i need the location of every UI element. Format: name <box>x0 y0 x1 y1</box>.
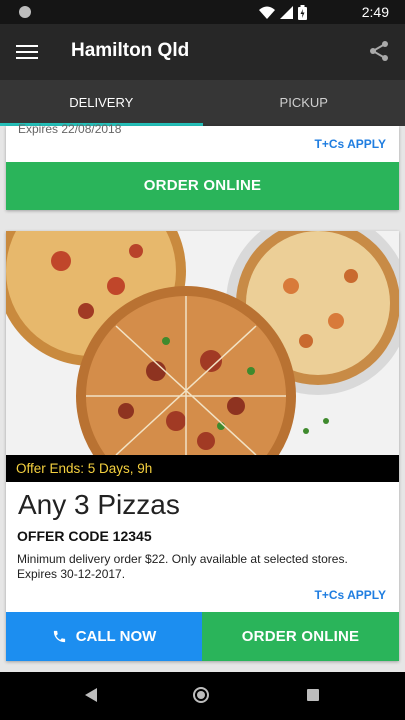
offer-title: Any 3 Pizzas <box>18 489 180 520</box>
offer-code: OFFER CODE 12345 <box>17 528 152 544</box>
call-now-button[interactable]: CALL NOW <box>6 612 202 661</box>
menu-icon[interactable] <box>16 41 38 61</box>
tab-pickup[interactable]: PICKUP <box>203 80 405 126</box>
wifi-icon <box>259 6 275 19</box>
home-icon[interactable] <box>193 687 209 703</box>
previous-offer-card: Expires 22/08/2018 T+Cs APPLY ORDER ONLI… <box>6 122 399 210</box>
order-online-button[interactable]: ORDER ONLINE <box>6 162 399 210</box>
terms-link[interactable]: T+Cs APPLY <box>315 137 386 151</box>
tab-delivery[interactable]: DELIVERY <box>0 80 203 126</box>
terms-link[interactable]: T+Cs APPLY <box>315 588 386 602</box>
share-icon[interactable] <box>367 39 391 63</box>
offer-description: Minimum delivery order $22. Only availab… <box>17 552 387 582</box>
tab-bar: DELIVERY PICKUP <box>0 80 405 126</box>
status-icons <box>259 5 307 20</box>
notification-dot-icon <box>19 6 31 18</box>
pizza-image <box>6 231 399 455</box>
app-bar: Hamilton Qld <box>0 24 405 80</box>
phone-icon <box>53 630 65 643</box>
clock: 2:49 <box>361 4 389 20</box>
signal-icon <box>280 6 293 19</box>
offer-description-line: Minimum delivery order $22. Only availab… <box>17 552 348 566</box>
order-online-button[interactable]: ORDER ONLINE <box>202 612 399 661</box>
page-title: Hamilton Qld <box>71 40 190 61</box>
recent-apps-icon[interactable] <box>307 689 319 701</box>
call-now-label: CALL NOW <box>75 628 157 645</box>
offer-description-line: Expires 30-12-2017. <box>17 567 126 581</box>
status-bar: 2:49 <box>0 0 405 24</box>
offer-ends-banner: Offer Ends: 5 Days, 9h <box>6 455 399 482</box>
back-icon[interactable] <box>85 688 97 702</box>
system-nav-bar <box>0 672 405 720</box>
offer-expiry: Expires 22/08/2018 <box>18 122 122 136</box>
battery-icon <box>298 5 307 20</box>
offer-card: Offer Ends: 5 Days, 9h Any 3 Pizzas OFFE… <box>6 231 399 661</box>
